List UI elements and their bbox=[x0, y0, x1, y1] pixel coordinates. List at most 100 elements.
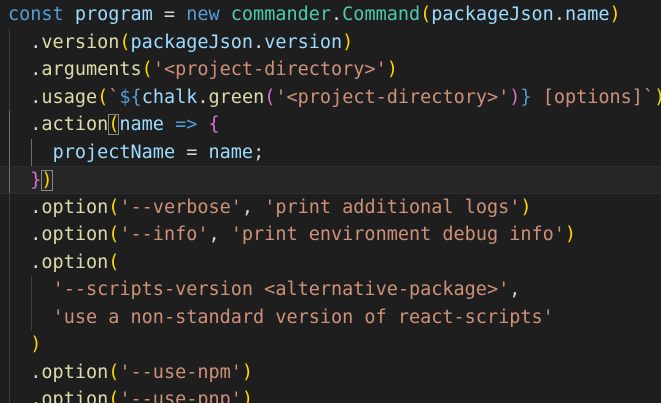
code-token: ) bbox=[386, 59, 398, 80]
code-token: ` bbox=[108, 86, 120, 108]
code-line[interactable]: .option('--use-pnp') bbox=[0, 386, 661, 403]
code-token: . bbox=[8, 31, 42, 53]
code-token: } bbox=[30, 170, 42, 191]
code-text: .option('--use-pnp') bbox=[8, 386, 253, 403]
code-token: new bbox=[186, 4, 231, 25]
code-line[interactable]: '--scripts-version <alternative-package>… bbox=[0, 276, 661, 304]
code-text: .arguments('<project-directory>') bbox=[8, 56, 398, 84]
code-line[interactable]: .arguments('<project-directory>') bbox=[0, 56, 661, 84]
code-line[interactable]: }) bbox=[0, 166, 661, 194]
code-token: => bbox=[175, 114, 198, 135]
code-line[interactable]: 'use a non-standard version of react-scr… bbox=[0, 303, 661, 331]
code-line[interactable]: ) bbox=[0, 331, 661, 359]
code-token: } bbox=[520, 86, 532, 108]
code-token: { bbox=[208, 114, 220, 135]
code-text: .action(name => { bbox=[8, 111, 220, 139]
code-token: ( bbox=[119, 31, 131, 53]
code-token: 'print additional logs' bbox=[264, 196, 521, 218]
code-text: .option('--info', 'print environment deb… bbox=[8, 221, 576, 249]
code-token: . bbox=[553, 4, 565, 25]
code-token: , bbox=[241, 196, 265, 218]
code-token: . bbox=[331, 4, 343, 25]
code-token: ) bbox=[241, 389, 254, 403]
code-token: ( bbox=[108, 114, 120, 135]
code-token: . bbox=[8, 361, 42, 383]
code-token: ) bbox=[342, 31, 354, 53]
code-token: Command bbox=[342, 4, 421, 25]
code-token: ( bbox=[97, 86, 109, 108]
code-token: . bbox=[8, 389, 42, 403]
code-token: ; bbox=[253, 141, 265, 163]
code-token: name bbox=[119, 114, 164, 135]
code-token: ( bbox=[108, 389, 120, 403]
code-token: commander bbox=[230, 4, 332, 25]
code-token: program bbox=[74, 4, 153, 25]
code-text: const program = new commander.Command(pa… bbox=[8, 1, 621, 29]
code-token: , bbox=[509, 279, 521, 300]
code-token: ( bbox=[108, 224, 120, 245]
code-text: .option('--use-npm') bbox=[8, 359, 253, 387]
code-text: projectName = name; bbox=[8, 139, 265, 167]
code-line[interactable]: .action(name => { bbox=[0, 111, 661, 139]
code-line[interactable]: .option( bbox=[0, 248, 661, 276]
code-token: '--use-pnp' bbox=[119, 389, 242, 403]
code-token: '--verbose' bbox=[119, 196, 242, 218]
code-token: . bbox=[197, 86, 209, 108]
code-token: . bbox=[8, 251, 42, 273]
code-token: '--scripts-version <alternative-package>… bbox=[52, 279, 510, 300]
code-token: ( bbox=[108, 196, 120, 218]
code-token: option bbox=[41, 224, 109, 245]
code-token: const bbox=[8, 4, 75, 25]
code-token: ${ bbox=[119, 86, 142, 108]
code-text: }) bbox=[8, 167, 53, 195]
code-token: option bbox=[41, 361, 109, 383]
code-token: option bbox=[41, 389, 109, 403]
code-token: ) bbox=[41, 170, 53, 191]
code-token: . bbox=[253, 31, 265, 53]
code-token: projectName bbox=[52, 141, 176, 163]
code-line[interactable]: .usage(`${chalk.green('<project-director… bbox=[0, 83, 661, 112]
code-token: ( bbox=[108, 251, 120, 273]
code-token: ) bbox=[509, 86, 521, 108]
code-token: arguments bbox=[41, 59, 142, 80]
code-line[interactable]: projectName = name; bbox=[0, 138, 661, 167]
code-line[interactable]: const program = new commander.Command(pa… bbox=[0, 1, 661, 29]
code-token: = bbox=[152, 4, 187, 25]
code-line[interactable]: .option('--verbose', 'print additional l… bbox=[0, 193, 661, 221]
code-token: packageJson bbox=[431, 4, 554, 25]
code-text: ) bbox=[8, 331, 41, 359]
code-token: . bbox=[8, 86, 42, 108]
code-token: version bbox=[264, 31, 343, 53]
code-line[interactable]: .version(packageJson.version) bbox=[0, 28, 661, 56]
code-token: version bbox=[41, 31, 120, 53]
code-token: ) bbox=[30, 334, 42, 355]
code-token: . bbox=[8, 114, 42, 135]
code-token: ) bbox=[609, 4, 621, 25]
code-token: = bbox=[175, 141, 209, 163]
code-token: ( bbox=[141, 59, 153, 80]
code-token: usage bbox=[41, 86, 98, 108]
code-editor[interactable]: const program = new commander.Command(pa… bbox=[0, 0, 661, 403]
code-token: green bbox=[208, 86, 265, 108]
code-token: name bbox=[208, 141, 254, 163]
code-token: ) bbox=[654, 87, 661, 108]
code-token: '--info' bbox=[119, 224, 209, 245]
code-token: option bbox=[41, 196, 109, 218]
code-token: ( bbox=[108, 361, 120, 383]
code-token: ) bbox=[241, 361, 254, 383]
code-text: .usage(`${chalk.green('<project-director… bbox=[8, 84, 661, 112]
code-line[interactable]: .option('--use-npm') bbox=[0, 358, 661, 387]
code-text: '--scripts-version <alternative-package>… bbox=[8, 276, 521, 304]
code-token: . bbox=[8, 224, 42, 245]
code-token: '--use-npm' bbox=[119, 361, 242, 383]
code-token: chalk bbox=[141, 86, 198, 108]
code-token: ( bbox=[420, 4, 432, 25]
code-token: [options]` bbox=[531, 86, 655, 108]
code-token: 'use a non-standard version of react-scr… bbox=[52, 306, 554, 328]
code-line[interactable]: .option('--info', 'print environment deb… bbox=[0, 221, 661, 249]
code-token: '<project-directory>' bbox=[152, 59, 387, 80]
